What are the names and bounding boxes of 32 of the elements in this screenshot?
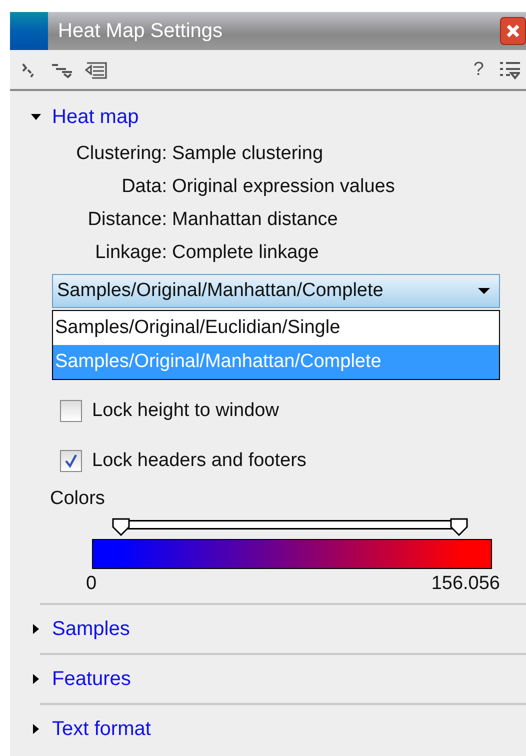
field-label: Distance:: [86, 209, 167, 231]
checkbox[interactable]: [60, 400, 82, 422]
field-label: Data:: [120, 176, 167, 198]
dropdown-option[interactable]: Samples/Original/Euclidian/Single: [53, 311, 499, 345]
field-value: Complete linkage: [172, 242, 320, 264]
field-label: Clustering:: [75, 143, 167, 165]
help-button[interactable]: ?: [469, 58, 488, 80]
max-value: 156.056: [431, 573, 500, 596]
field-value: Original expression values: [172, 176, 396, 198]
close-icon: [505, 23, 521, 39]
checkbox-label: Lock headers and footers: [92, 450, 306, 472]
range-slider-thumb[interactable]: [112, 518, 130, 536]
checkbox[interactable]: [60, 450, 82, 472]
field-value: Manhattan distance: [172, 209, 339, 231]
clustering-dropdown[interactable]: Samples/Original/Manhattan/Complete: [52, 274, 500, 308]
close-button[interactable]: [500, 17, 526, 45]
section-header[interactable]: Samples: [30, 605, 526, 653]
min-value: 0: [86, 573, 97, 596]
checkmark-icon: [64, 454, 78, 468]
section-header[interactable]: Heat map: [30, 91, 526, 143]
section-header[interactable]: Text format: [30, 705, 526, 753]
app-icon: [10, 12, 48, 50]
field-label: Linkage:: [94, 242, 167, 264]
colors-label: Colors: [50, 488, 106, 510]
range-slider-thumb[interactable]: [450, 518, 468, 536]
field-value: Sample clustering: [172, 143, 324, 165]
window-title: Heat Map Settings: [58, 20, 224, 42]
options-icon[interactable]: [498, 60, 520, 80]
dropdown-caret-icon: [477, 287, 491, 295]
checkbox-label: Lock height to window: [92, 400, 279, 422]
section-header[interactable]: Features: [30, 655, 526, 703]
list-icon[interactable]: [84, 60, 108, 80]
